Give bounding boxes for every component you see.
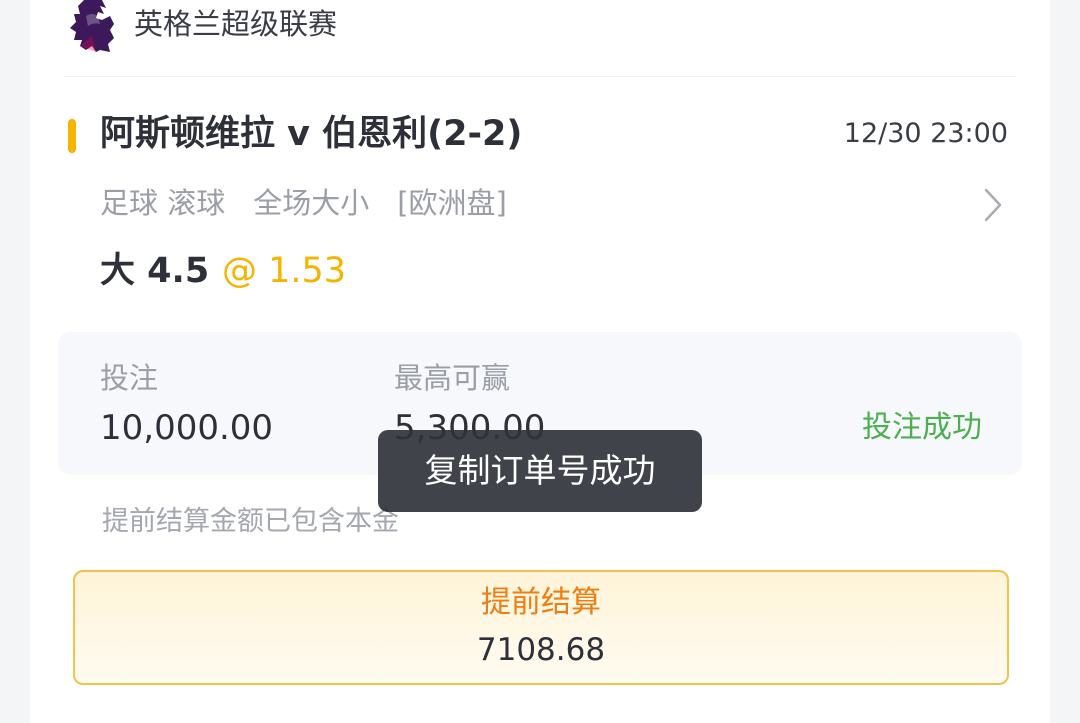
toast-message: 复制订单号成功 xyxy=(378,430,702,512)
selection-odds: @ 1.53 xyxy=(222,251,347,291)
divider xyxy=(64,76,1016,77)
market-sport: 足球 滚球 xyxy=(100,186,226,220)
market-type: 全场大小 xyxy=(253,186,370,220)
cashout-note: 提前结算金额已包含本金 xyxy=(102,506,399,537)
premier-league-lion-icon xyxy=(70,0,114,52)
stake-label: 投注 xyxy=(100,361,159,395)
match-time: 12/30 23:00 xyxy=(843,118,1008,149)
max-win-label: 最高可赢 xyxy=(394,361,511,395)
bet-card: 英格兰超级联赛 阿斯顿维拉 v 伯恩利(2-2) 12/30 23:00 足球 … xyxy=(30,0,1050,723)
cashout-button-label: 提前结算 xyxy=(481,585,601,620)
cashout-amount: 7108.68 xyxy=(476,632,606,668)
match-title[interactable]: 阿斯顿维拉 v 伯恩利(2-2) xyxy=(100,108,522,160)
market-odds-format: [欧洲盘] xyxy=(397,186,507,220)
market-info: 足球 滚球 全场大小 [欧洲盘] xyxy=(100,181,535,225)
match-accent-bar xyxy=(68,119,76,153)
stake-value: 10,000.00 xyxy=(100,408,274,448)
cashout-button[interactable]: 提前结算 7108.68 xyxy=(73,570,1009,685)
league-name: 英格兰超级联赛 xyxy=(134,7,338,41)
bet-status: 投注成功 xyxy=(862,410,982,445)
chevron-right-icon[interactable] xyxy=(982,186,1004,224)
selection-pick: 大 4.5 xyxy=(100,251,210,291)
